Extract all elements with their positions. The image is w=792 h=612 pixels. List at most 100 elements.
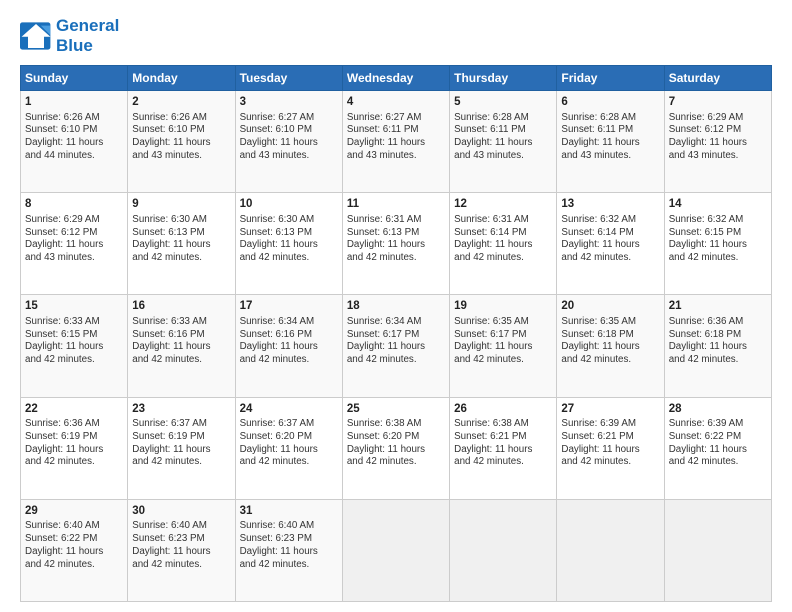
day-info: Sunrise: 6:35 AM Sunset: 6:18 PM Dayligh…: [561, 316, 659, 367]
day-number: 10: [240, 197, 338, 213]
day-info: Sunrise: 6:31 AM Sunset: 6:14 PM Dayligh…: [454, 214, 552, 265]
day-info: Sunrise: 6:29 AM Sunset: 6:12 PM Dayligh…: [669, 112, 767, 163]
calendar-cell: [664, 499, 771, 601]
logo-icon: [20, 22, 52, 50]
day-info: Sunrise: 6:27 AM Sunset: 6:11 PM Dayligh…: [347, 112, 445, 163]
calendar-cell: 8Sunrise: 6:29 AM Sunset: 6:12 PM Daylig…: [21, 193, 128, 295]
calendar-header-thursday: Thursday: [450, 66, 557, 91]
calendar-cell: 31Sunrise: 6:40 AM Sunset: 6:23 PM Dayli…: [235, 499, 342, 601]
day-number: 26: [454, 402, 552, 418]
calendar-cell: 3Sunrise: 6:27 AM Sunset: 6:10 PM Daylig…: [235, 91, 342, 193]
day-number: 22: [25, 402, 123, 418]
day-number: 28: [669, 402, 767, 418]
calendar-cell: 16Sunrise: 6:33 AM Sunset: 6:16 PM Dayli…: [128, 295, 235, 397]
calendar-cell: 21Sunrise: 6:36 AM Sunset: 6:18 PM Dayli…: [664, 295, 771, 397]
calendar-cell: 18Sunrise: 6:34 AM Sunset: 6:17 PM Dayli…: [342, 295, 449, 397]
day-number: 4: [347, 95, 445, 111]
day-info: Sunrise: 6:38 AM Sunset: 6:21 PM Dayligh…: [454, 418, 552, 469]
day-info: Sunrise: 6:38 AM Sunset: 6:20 PM Dayligh…: [347, 418, 445, 469]
calendar-cell: 2Sunrise: 6:26 AM Sunset: 6:10 PM Daylig…: [128, 91, 235, 193]
day-info: Sunrise: 6:32 AM Sunset: 6:14 PM Dayligh…: [561, 214, 659, 265]
day-info: Sunrise: 6:28 AM Sunset: 6:11 PM Dayligh…: [561, 112, 659, 163]
calendar-cell: 9Sunrise: 6:30 AM Sunset: 6:13 PM Daylig…: [128, 193, 235, 295]
day-number: 19: [454, 299, 552, 315]
calendar-cell: 1Sunrise: 6:26 AM Sunset: 6:10 PM Daylig…: [21, 91, 128, 193]
day-number: 31: [240, 504, 338, 520]
day-number: 17: [240, 299, 338, 315]
calendar-header-row: SundayMondayTuesdayWednesdayThursdayFrid…: [21, 66, 772, 91]
calendar-cell: 6Sunrise: 6:28 AM Sunset: 6:11 PM Daylig…: [557, 91, 664, 193]
calendar-cell: 15Sunrise: 6:33 AM Sunset: 6:15 PM Dayli…: [21, 295, 128, 397]
day-number: 23: [132, 402, 230, 418]
calendar-cell: 30Sunrise: 6:40 AM Sunset: 6:23 PM Dayli…: [128, 499, 235, 601]
calendar-cell: 24Sunrise: 6:37 AM Sunset: 6:20 PM Dayli…: [235, 397, 342, 499]
day-number: 13: [561, 197, 659, 213]
day-number: 5: [454, 95, 552, 111]
calendar-cell: [450, 499, 557, 601]
day-number: 29: [25, 504, 123, 520]
calendar-cell: 11Sunrise: 6:31 AM Sunset: 6:13 PM Dayli…: [342, 193, 449, 295]
logo-text: General Blue: [56, 16, 119, 55]
calendar-header-friday: Friday: [557, 66, 664, 91]
day-info: Sunrise: 6:35 AM Sunset: 6:17 PM Dayligh…: [454, 316, 552, 367]
day-info: Sunrise: 6:40 AM Sunset: 6:23 PM Dayligh…: [240, 520, 338, 571]
day-info: Sunrise: 6:26 AM Sunset: 6:10 PM Dayligh…: [25, 112, 123, 163]
day-number: 24: [240, 402, 338, 418]
header: General Blue: [20, 16, 772, 55]
logo: General Blue: [20, 16, 119, 55]
calendar-cell: 17Sunrise: 6:34 AM Sunset: 6:16 PM Dayli…: [235, 295, 342, 397]
calendar-cell: 12Sunrise: 6:31 AM Sunset: 6:14 PM Dayli…: [450, 193, 557, 295]
calendar-cell: 22Sunrise: 6:36 AM Sunset: 6:19 PM Dayli…: [21, 397, 128, 499]
day-info: Sunrise: 6:28 AM Sunset: 6:11 PM Dayligh…: [454, 112, 552, 163]
day-number: 6: [561, 95, 659, 111]
day-info: Sunrise: 6:37 AM Sunset: 6:20 PM Dayligh…: [240, 418, 338, 469]
calendar-cell: 5Sunrise: 6:28 AM Sunset: 6:11 PM Daylig…: [450, 91, 557, 193]
calendar-cell: 20Sunrise: 6:35 AM Sunset: 6:18 PM Dayli…: [557, 295, 664, 397]
calendar-cell: 7Sunrise: 6:29 AM Sunset: 6:12 PM Daylig…: [664, 91, 771, 193]
day-info: Sunrise: 6:34 AM Sunset: 6:17 PM Dayligh…: [347, 316, 445, 367]
day-number: 21: [669, 299, 767, 315]
day-number: 3: [240, 95, 338, 111]
calendar-cell: 25Sunrise: 6:38 AM Sunset: 6:20 PM Dayli…: [342, 397, 449, 499]
day-info: Sunrise: 6:31 AM Sunset: 6:13 PM Dayligh…: [347, 214, 445, 265]
day-info: Sunrise: 6:40 AM Sunset: 6:22 PM Dayligh…: [25, 520, 123, 571]
calendar-week-row: 8Sunrise: 6:29 AM Sunset: 6:12 PM Daylig…: [21, 193, 772, 295]
calendar-cell: [557, 499, 664, 601]
day-info: Sunrise: 6:33 AM Sunset: 6:15 PM Dayligh…: [25, 316, 123, 367]
day-info: Sunrise: 6:32 AM Sunset: 6:15 PM Dayligh…: [669, 214, 767, 265]
page: General Blue SundayMondayTuesdayWednesda…: [0, 0, 792, 612]
day-info: Sunrise: 6:27 AM Sunset: 6:10 PM Dayligh…: [240, 112, 338, 163]
day-info: Sunrise: 6:37 AM Sunset: 6:19 PM Dayligh…: [132, 418, 230, 469]
day-number: 1: [25, 95, 123, 111]
day-number: 11: [347, 197, 445, 213]
day-info: Sunrise: 6:30 AM Sunset: 6:13 PM Dayligh…: [240, 214, 338, 265]
calendar-cell: 13Sunrise: 6:32 AM Sunset: 6:14 PM Dayli…: [557, 193, 664, 295]
day-number: 2: [132, 95, 230, 111]
calendar-cell: [342, 499, 449, 601]
calendar-cell: 19Sunrise: 6:35 AM Sunset: 6:17 PM Dayli…: [450, 295, 557, 397]
day-info: Sunrise: 6:30 AM Sunset: 6:13 PM Dayligh…: [132, 214, 230, 265]
day-number: 7: [669, 95, 767, 111]
day-info: Sunrise: 6:26 AM Sunset: 6:10 PM Dayligh…: [132, 112, 230, 163]
calendar-header-monday: Monday: [128, 66, 235, 91]
day-number: 8: [25, 197, 123, 213]
calendar-table: SundayMondayTuesdayWednesdayThursdayFrid…: [20, 65, 772, 602]
calendar-week-row: 1Sunrise: 6:26 AM Sunset: 6:10 PM Daylig…: [21, 91, 772, 193]
day-info: Sunrise: 6:39 AM Sunset: 6:22 PM Dayligh…: [669, 418, 767, 469]
calendar-cell: 4Sunrise: 6:27 AM Sunset: 6:11 PM Daylig…: [342, 91, 449, 193]
calendar-cell: 27Sunrise: 6:39 AM Sunset: 6:21 PM Dayli…: [557, 397, 664, 499]
calendar-week-row: 29Sunrise: 6:40 AM Sunset: 6:22 PM Dayli…: [21, 499, 772, 601]
calendar-header-tuesday: Tuesday: [235, 66, 342, 91]
calendar-cell: 26Sunrise: 6:38 AM Sunset: 6:21 PM Dayli…: [450, 397, 557, 499]
calendar-week-row: 15Sunrise: 6:33 AM Sunset: 6:15 PM Dayli…: [21, 295, 772, 397]
day-number: 30: [132, 504, 230, 520]
day-info: Sunrise: 6:39 AM Sunset: 6:21 PM Dayligh…: [561, 418, 659, 469]
day-number: 20: [561, 299, 659, 315]
calendar-cell: 23Sunrise: 6:37 AM Sunset: 6:19 PM Dayli…: [128, 397, 235, 499]
day-number: 18: [347, 299, 445, 315]
calendar-header-saturday: Saturday: [664, 66, 771, 91]
calendar-cell: 10Sunrise: 6:30 AM Sunset: 6:13 PM Dayli…: [235, 193, 342, 295]
calendar-header-wednesday: Wednesday: [342, 66, 449, 91]
day-info: Sunrise: 6:29 AM Sunset: 6:12 PM Dayligh…: [25, 214, 123, 265]
calendar-cell: 28Sunrise: 6:39 AM Sunset: 6:22 PM Dayli…: [664, 397, 771, 499]
